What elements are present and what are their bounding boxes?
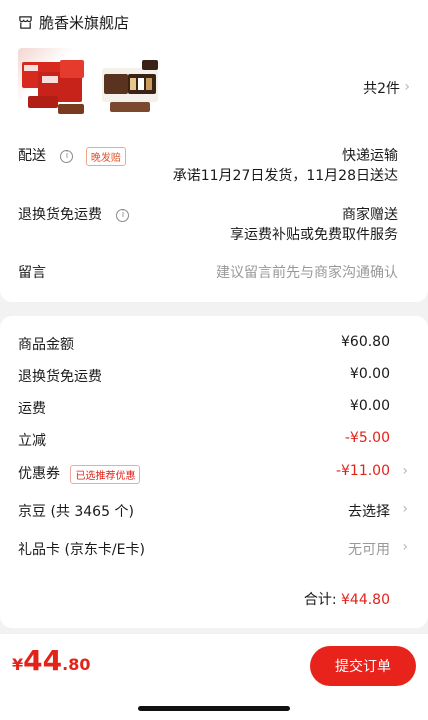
delivery-method[interactable]: 快递运输	[342, 145, 398, 165]
returns-row: 退换货免运费 i	[18, 204, 130, 224]
price-decimal: .80	[62, 655, 91, 674]
total-row: 合计: ¥44.80	[304, 589, 390, 609]
chevron-right-icon[interactable]: ›	[402, 539, 408, 555]
store-icon	[19, 15, 32, 29]
coupon-label: 优惠券	[18, 466, 60, 482]
message-label: 留言	[18, 265, 46, 281]
home-indicator[interactable]	[138, 706, 290, 711]
chevron-right-icon[interactable]: ›	[402, 501, 408, 517]
submit-order-button[interactable]: 提交订单	[310, 646, 416, 686]
coupon-recommended-tag: 已选推荐优惠	[70, 464, 141, 484]
shop-header[interactable]: 脆香米旗舰店	[18, 12, 129, 32]
total-value: ¥44.80	[341, 592, 390, 608]
total-label: 合计:	[303, 592, 337, 608]
instant-discount-value: -¥5.00	[344, 430, 390, 446]
late-compensation-tag: 晚发赔	[85, 146, 126, 166]
delivery-promise[interactable]: 承诺11月27日发货，11月28日送达	[173, 165, 398, 185]
returns-fee-value: ¥0.00	[349, 366, 390, 382]
coupon-row[interactable]: 优惠券 已选推荐优惠	[18, 463, 141, 484]
coupon-value[interactable]: -¥11.00	[336, 463, 390, 479]
returns-desc: 享运费补贴或免费取件服务	[230, 227, 398, 243]
jd-beans-value[interactable]: 去选择	[348, 501, 390, 521]
returns-fee-label: 退换货免运费	[18, 369, 102, 385]
info-icon[interactable]: i	[116, 208, 130, 222]
product-image-dove-chocolate[interactable]	[98, 48, 170, 120]
shipping-fee-value: ¥0.00	[349, 398, 390, 414]
shipping-fee-label: 运费	[18, 401, 46, 417]
delivery-label: 配送	[18, 148, 46, 164]
goods-amount-value: ¥60.80	[341, 334, 390, 350]
chevron-right-icon[interactable]: ›	[404, 79, 410, 95]
info-icon[interactable]: i	[60, 149, 74, 163]
order-info-card: 脆香米旗舰店 共2件 › 配送 i 晚发赔 快递运输 承诺11月27日发货，11…	[0, 0, 428, 302]
delivery-row: 配送 i 晚发赔	[18, 145, 126, 166]
chevron-right-icon[interactable]: ›	[402, 463, 408, 479]
currency-symbol: ¥	[12, 655, 24, 674]
returns-label: 退换货免运费	[18, 207, 102, 223]
gift-card-value[interactable]: 无可用	[348, 539, 390, 559]
shop-name: 脆香米旗舰店	[39, 13, 130, 32]
instant-discount-label: 立减	[18, 433, 46, 449]
jd-beans-label[interactable]: 京豆 (共 3465 个)	[18, 501, 134, 521]
product-image-crispy-rice[interactable]	[18, 48, 90, 120]
price-integer: 44	[23, 644, 63, 677]
price-summary-card: 商品金额 ¥60.80 退换货免运费 ¥0.00 运费 ¥0.00 立减 -¥5…	[0, 316, 428, 628]
pay-amount: ¥44.80	[12, 644, 90, 677]
returns-value: 商家赠送	[342, 207, 398, 223]
item-count[interactable]: 共2件	[363, 78, 400, 98]
message-input[interactable]: 建议留言前先与商家沟通确认	[216, 262, 398, 282]
product-thumbnails[interactable]	[18, 48, 170, 120]
gift-card-label[interactable]: 礼品卡 (京东卡/E卡)	[18, 539, 145, 559]
goods-amount-label: 商品金额	[18, 337, 74, 353]
